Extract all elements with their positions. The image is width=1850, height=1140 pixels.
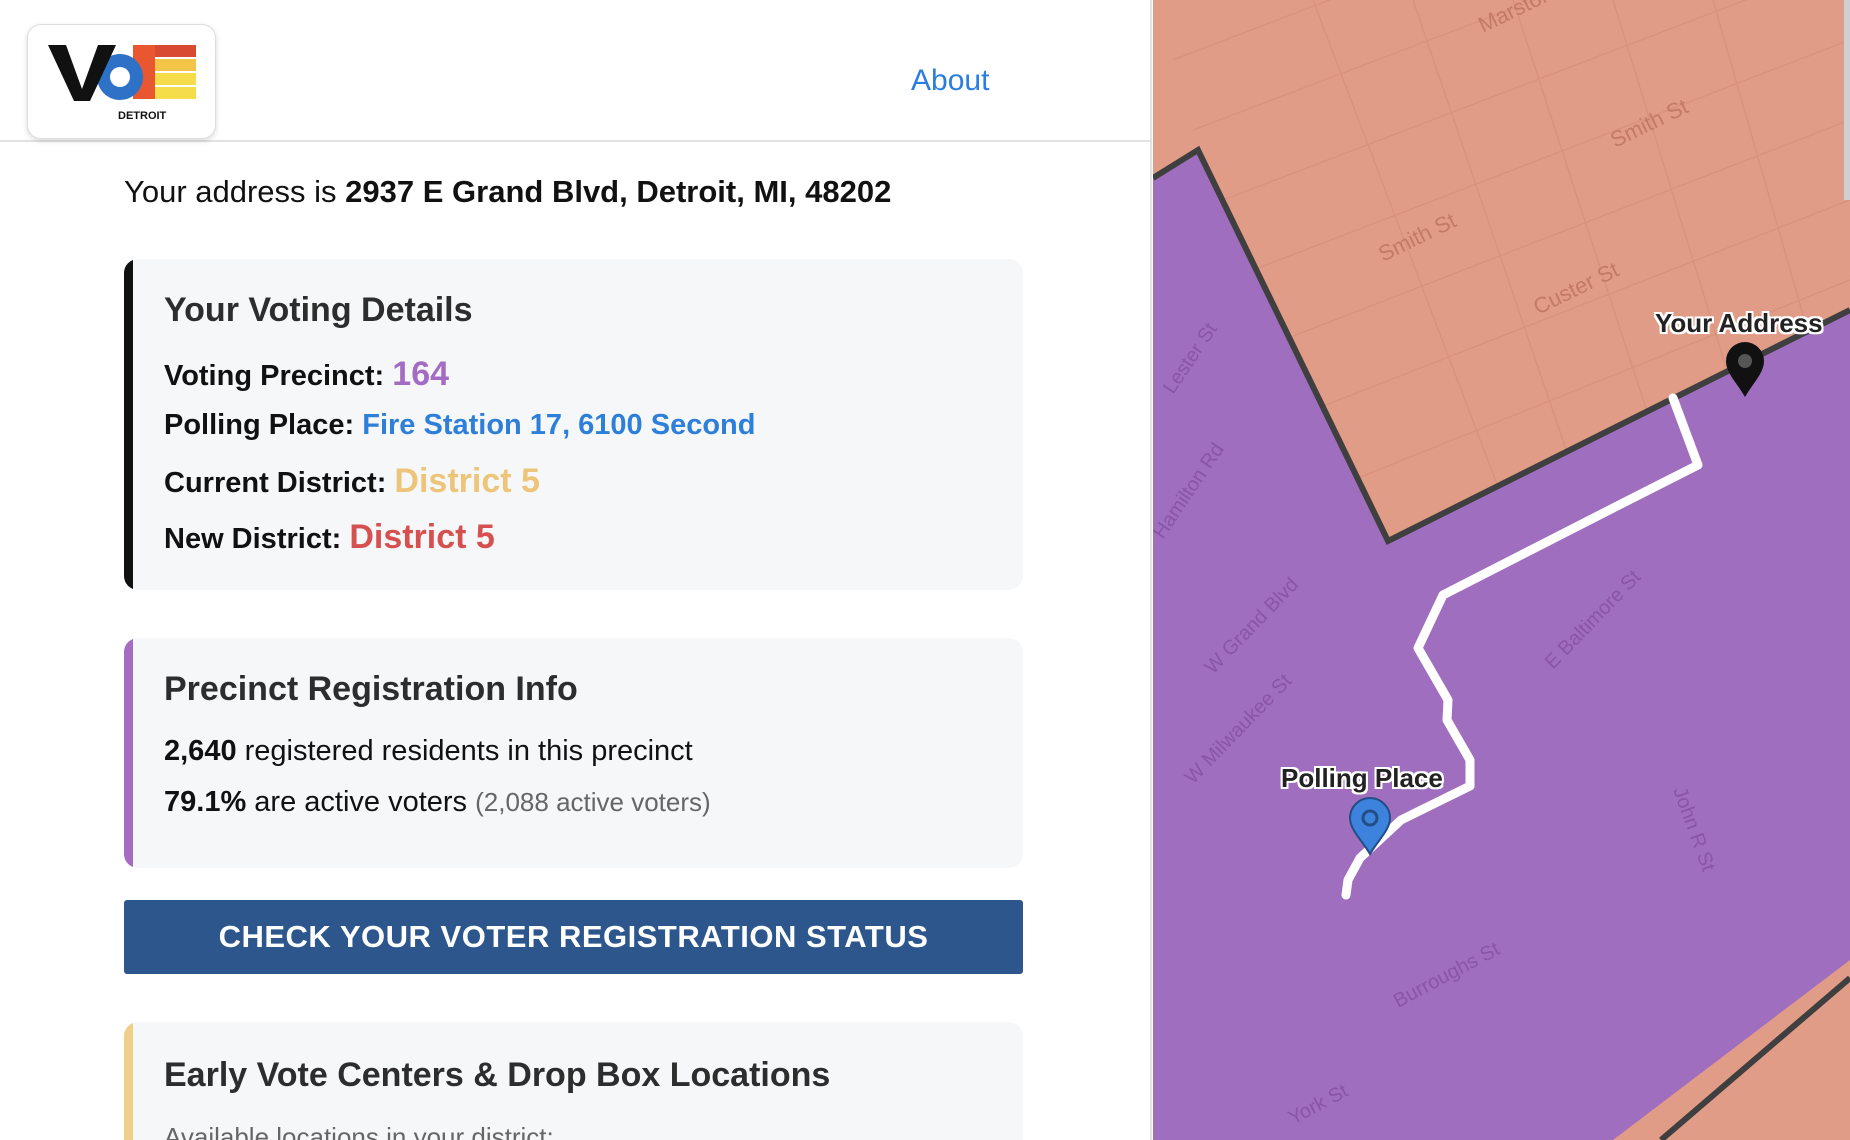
new-district-area[interactable] (1153, 150, 1850, 1140)
polling-place-label: Polling Place (1281, 763, 1443, 793)
voting-details-card: Your Voting Details Voting Precinct: 164… (124, 259, 1023, 590)
address-value: 2937 E Grand Blvd, Detroit, MI, 48202 (345, 174, 892, 209)
polling-place-row: Polling Place: Fire Station 17, 6100 Sec… (164, 409, 756, 442)
about-link[interactable]: About (911, 64, 989, 98)
vote-detroit-logo[interactable]: DETROIT (27, 24, 216, 139)
street-label-smith-2: Smith St (1374, 208, 1460, 267)
active-voters-row: 79.1% are active voters (2,088 active vo… (164, 786, 711, 819)
active-count: (2,088 active voters) (475, 787, 711, 817)
street-label-smith-1: Smith St (1606, 94, 1692, 153)
logo-graphic: DETROIT (48, 45, 196, 122)
new-district-row: New District: District 5 (164, 518, 495, 557)
active-percent: 79.1% (164, 786, 247, 818)
voting-precinct-row: Voting Precinct: 164 (164, 355, 449, 394)
current-district-label: Current District: (164, 467, 387, 499)
voting-precinct-value: 164 (392, 355, 450, 393)
early-vote-subtitle: Available locations in your district: (164, 1122, 554, 1140)
app-root: DETROIT About Your address is 2937 E Gra… (0, 0, 1850, 1140)
voting-details-title: Your Voting Details (164, 291, 473, 329)
street-label-marston: Marston (1474, 0, 1556, 37)
polling-place-value[interactable]: Fire Station 17, 6100 Second (362, 409, 755, 441)
voting-precinct-label: Voting Precinct: (164, 360, 385, 392)
logo-subtext: DETROIT (118, 110, 167, 122)
address-prefix: Your address is (124, 174, 337, 209)
registered-count: 2,640 (164, 735, 237, 767)
early-vote-title: Early Vote Centers & Drop Box Locations (164, 1056, 831, 1094)
card-accent-bar (124, 1022, 133, 1140)
info-panel: DETROIT About Your address is 2937 E Gra… (0, 0, 1152, 1140)
precinct-registration-card: Precinct Registration Info 2,640 registe… (124, 638, 1023, 868)
current-district-value: District 5 (394, 462, 540, 500)
active-text: are active voters (254, 786, 468, 818)
card-accent-bar (124, 638, 133, 868)
map-scrollbar[interactable] (1844, 0, 1850, 200)
district-map[interactable]: Marston Smith St Smith St Custer St Hami… (1153, 0, 1850, 1140)
precinct-registration-title: Precinct Registration Info (164, 670, 578, 708)
new-district-value: District 5 (349, 518, 495, 556)
early-vote-card: Early Vote Centers & Drop Box Locations … (124, 1022, 1023, 1140)
registered-residents-row: 2,640 registered residents in this preci… (164, 735, 693, 768)
street-label-custer: Custer St (1529, 257, 1622, 320)
map-canvas[interactable]: Marston Smith St Smith St Custer St Hami… (1153, 0, 1850, 1140)
header: DETROIT About (0, 0, 1150, 142)
current-district-row: Current District: District 5 (164, 462, 540, 501)
check-registration-button[interactable]: CHECK YOUR VOTER REGISTRATION STATUS (124, 900, 1023, 974)
card-accent-bar (124, 259, 133, 590)
your-address-label: Your Address (1655, 308, 1823, 338)
registered-text: registered residents in this precinct (244, 735, 693, 767)
polling-place-label: Polling Place: (164, 409, 355, 441)
address-line: Your address is 2937 E Grand Blvd, Detro… (124, 174, 891, 210)
new-district-label: New District: (164, 523, 342, 555)
